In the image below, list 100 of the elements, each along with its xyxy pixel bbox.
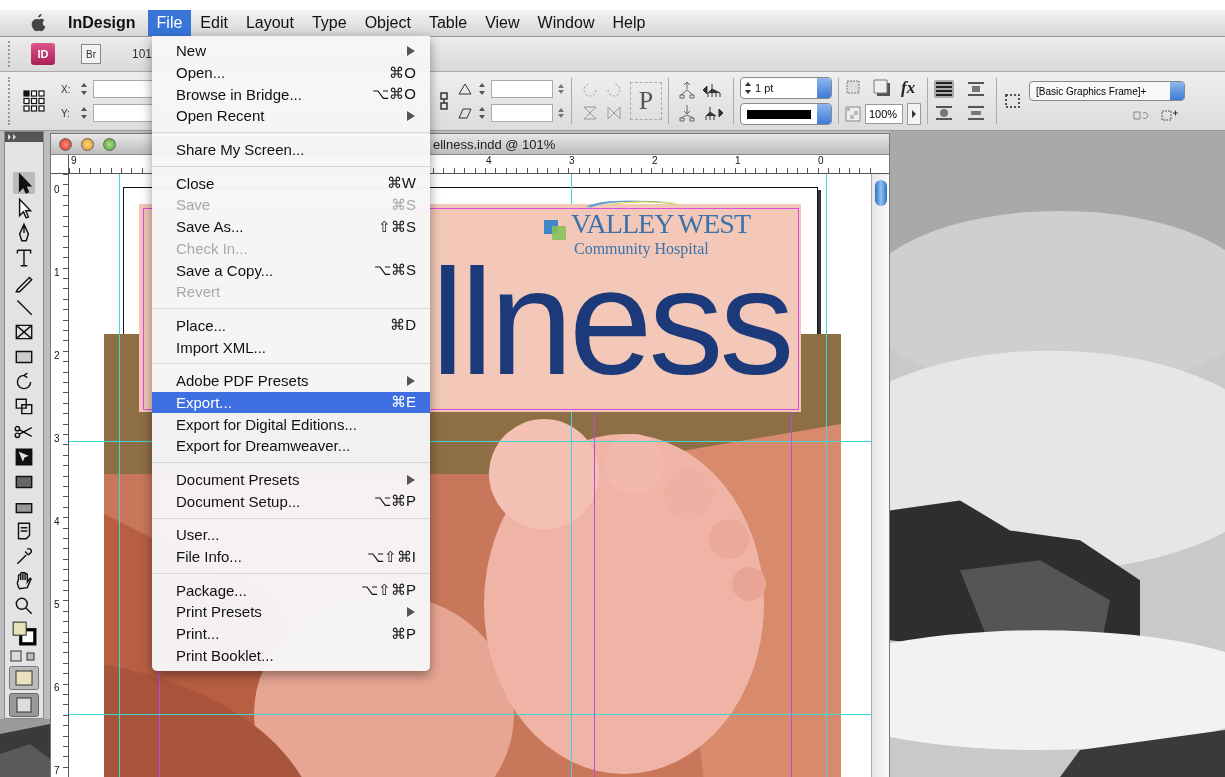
ruler-number: 1 [53,267,61,280]
menu-bar-item[interactable]: Table [419,10,477,36]
menu-item[interactable]: Document Presets [152,468,430,491]
stepper-icon[interactable] [477,105,487,121]
menu-item[interactable]: Import XML... [152,336,430,358]
ruler-number: 2 [53,350,61,363]
ruler-number: 3 [53,433,61,446]
menu-item[interactable]: Share My Screen... [152,138,430,161]
menu-item[interactable]: Export... ⌘E [152,391,430,414]
stepper-icon[interactable] [79,81,89,97]
shortcut-text: ⌘S [391,195,416,214]
bridge-button[interactable]: Br [81,44,101,64]
menu-item[interactable]: Package... ⌥⇧⌘P [152,579,430,602]
menu-item[interactable]: Save a Copy... ⌥⌘S [152,259,430,281]
indesign-button[interactable]: ID [31,43,55,65]
reference-point-icon[interactable] [23,90,45,112]
chain-icon[interactable] [437,91,451,111]
menu-item[interactable]: Print... ⌘P [152,622,430,645]
menu-bar-item[interactable]: Edit [191,10,237,36]
object-style-icon[interactable] [1003,92,1023,110]
menu-item[interactable]: Open Recent [152,105,430,127]
shortcut-text: ⌘P [391,624,416,643]
logo-name: VALLEY WEST [571,208,751,240]
zoom-button[interactable] [103,137,116,151]
ruler-number: 0 [818,155,824,166]
stroke-weight-dropdown[interactable]: 1 pt [740,77,832,99]
menu-bar-item[interactable]: Object [355,10,420,36]
menu-item[interactable]: Print Presets [152,601,430,623]
menu-item[interactable]: Document Setup... ⌥⌘P [152,490,430,513]
shear-field[interactable] [491,104,553,122]
opacity-field[interactable]: 100% [865,104,903,124]
menu-item[interactable]: Export for Digital Editions... [152,413,430,435]
wrap-box-icon[interactable] [966,80,986,98]
select-content-icon[interactable] [678,103,696,122]
new-style-icon[interactable] [1161,109,1179,121]
object-style-dropdown[interactable]: [Basic Graphics Frame]+ [1029,81,1185,101]
fill-stroke-icon[interactable] [11,620,37,647]
menu-item[interactable]: Print Booklet... [152,644,430,667]
menu-bar-item[interactable]: Help [603,10,655,36]
wrap-shape-icon[interactable] [934,104,954,122]
minimize-button[interactable] [81,137,94,151]
logo-subtitle: Community Hospital [574,240,709,258]
shortcut-text: ⌘E [391,393,416,412]
scroll-thumb[interactable] [874,180,887,206]
menu-item[interactable]: Close ⌘W [152,172,430,195]
shortcut-text: ⇧⌘S [378,217,416,236]
apple-icon[interactable] [30,13,48,33]
ruler-number: 4 [53,516,61,529]
zoom-level[interactable]: 101 [132,47,153,61]
menu-bar-item[interactable]: View [476,10,529,36]
menu-bar-item[interactable]: Type [302,10,356,36]
angle-icon [457,82,473,96]
stepper-icon[interactable] [477,81,487,97]
normal-view-icon[interactable] [9,665,39,690]
shortcut-text: ⌥⌘P [374,492,416,511]
collapse-icon[interactable] [7,133,19,141]
wrap-none-icon[interactable] [934,80,954,98]
screen-mode-icon[interactable] [9,692,39,717]
ruler-number: 4 [486,155,492,166]
menu-bar-item[interactable]: File [147,10,192,36]
window-title: ellness.indd @ 101% [433,136,556,152]
jump-object-icon[interactable] [966,104,986,122]
menu-item[interactable]: User... [152,524,430,546]
menu-item[interactable]: Save As... ⇧⌘S [152,215,430,238]
shortcut-text: ⌥⌘O [372,85,416,104]
menu-item[interactable]: Adobe PDF Presets [152,369,430,392]
dropdown-arrow-icon[interactable] [557,82,565,96]
menu-item[interactable]: Place... ⌘D [152,314,430,337]
shortcut-text: ⌥⇧⌘P [361,581,416,600]
ruler-number: 6 [53,682,61,695]
opacity-icon [845,106,861,122]
opacity-menu-icon[interactable] [907,103,921,125]
menu-item[interactable]: Export for Dreamweaver... [152,435,430,457]
drop-shadow-icon[interactable] [873,79,891,97]
x-label: X: [61,83,72,95]
menu-item[interactable]: File Info... ⌥⇧⌘I [152,545,430,568]
ruler-number: 7 [53,765,61,777]
select-container-icon[interactable] [678,80,696,99]
menu-item[interactable]: Browse in Bridge... ⌥⌘O [152,83,430,106]
dropdown-arrow-icon[interactable] [557,106,565,120]
scroll-bar[interactable] [871,174,889,777]
ruler-number: 9 [71,155,77,166]
menu-item[interactable]: Open... ⌘O [152,61,430,84]
rotation-field[interactable] [491,80,553,98]
close-button[interactable] [59,137,72,151]
stepper-icon[interactable] [743,80,753,96]
ruler-number: 1 [735,155,741,166]
stroke-type-dropdown[interactable] [740,103,832,125]
effects-button[interactable]: fx [901,78,916,98]
stepper-icon[interactable] [79,105,89,121]
shortcut-text: ⌥⌘S [374,261,416,280]
menu-item[interactable]: New [152,40,430,62]
selection-tool-icon[interactable] [13,172,35,194]
shortcut-text: ⌘D [390,316,416,335]
ruler-number: 2 [652,155,658,166]
menu-bar-item[interactable]: Window [528,10,604,36]
app-menu[interactable]: InDesign [68,14,148,32]
menu-bar-item[interactable]: Layout [236,10,303,36]
proxy-button[interactable]: P [630,82,662,120]
shear-icon [457,106,473,120]
